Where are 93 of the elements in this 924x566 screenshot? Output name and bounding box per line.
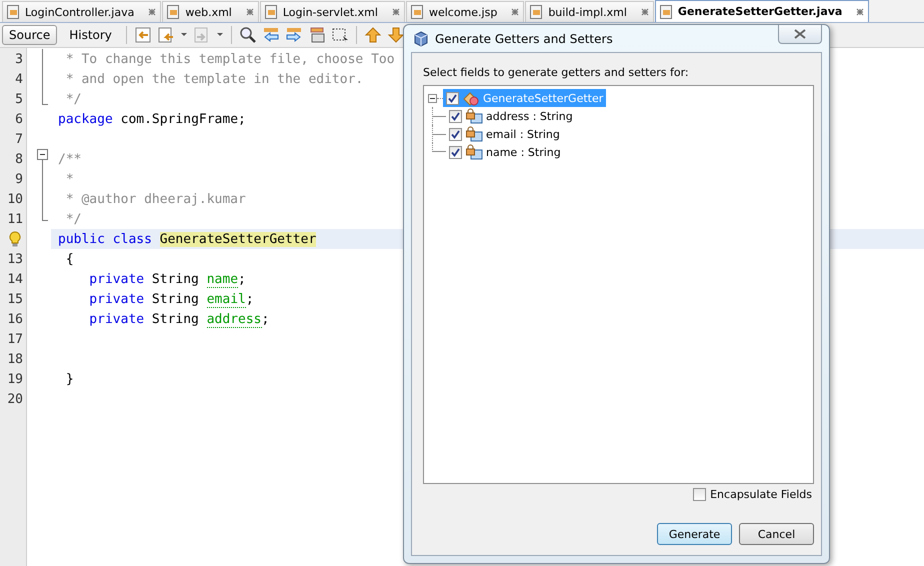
file-tab[interactable]: LoginController.java <box>2 1 162 22</box>
back-icon[interactable] <box>156 26 175 44</box>
code-text: String <box>150 312 200 326</box>
tree-item[interactable]: address : String <box>446 107 576 125</box>
code-comment: * and open the template in the editor. <box>64 72 364 86</box>
code-comment: * @author dheeraj.kumar <box>64 192 246 206</box>
collapse-icon[interactable] <box>428 94 437 102</box>
code-comment: */ <box>64 212 82 226</box>
line-number: 9 <box>15 172 23 186</box>
close-button[interactable] <box>778 25 822 44</box>
code-keyword: public class <box>58 232 153 246</box>
code-text: ; <box>262 312 270 326</box>
code-comment: /** <box>58 152 82 166</box>
code-keyword: private <box>88 272 144 286</box>
file-tab[interactable]: GenerateSetterGetter.java <box>654 0 870 22</box>
tree-item[interactable]: name : String <box>446 143 564 161</box>
file-icon <box>528 4 544 20</box>
file-icon <box>165 4 182 20</box>
checkbox[interactable] <box>449 146 462 158</box>
view-tab[interactable]: Source <box>2 25 58 45</box>
locked-field-icon <box>465 144 483 160</box>
dialog-prompt: Select fields to generate getters and setters for: <box>423 66 690 79</box>
back-icon[interactable] <box>134 26 152 44</box>
checkbox[interactable] <box>446 92 459 104</box>
line-number: 17 <box>7 332 23 346</box>
code-text: ; <box>238 272 246 286</box>
close-icon <box>246 8 254 16</box>
view-tab[interactable]: History <box>62 25 119 45</box>
left-arrow-icon[interactable] <box>262 26 280 44</box>
selection-icon[interactable] <box>330 26 349 44</box>
line-number: 15 <box>7 292 23 306</box>
locked-field-icon <box>465 126 483 142</box>
file-icon <box>658 4 674 20</box>
line-number: 13 <box>7 252 23 266</box>
cube-icon <box>413 30 429 46</box>
generate-button[interactable]: Generate <box>657 523 732 545</box>
code-keyword: private <box>88 292 144 306</box>
file-tab[interactable]: Login-servlet.xml <box>260 1 405 22</box>
checkbox[interactable] <box>449 110 462 122</box>
code-text: ; <box>246 292 254 306</box>
file-icon <box>408 4 425 20</box>
line-number: 20 <box>7 392 23 406</box>
line-number: 14 <box>7 272 23 286</box>
code-comment: */ <box>64 92 82 106</box>
line-number: 16 <box>7 312 23 326</box>
field-name: name <box>206 272 238 288</box>
tree-item[interactable]: email : String <box>446 125 563 143</box>
line-number: 3 <box>15 52 23 66</box>
class-icon <box>462 90 480 106</box>
code-comment: * <box>64 172 74 186</box>
close-icon <box>392 8 400 16</box>
search-icon[interactable] <box>238 26 257 44</box>
line-number: 11 <box>7 212 23 226</box>
line-number: 10 <box>7 192 23 206</box>
line-number: 6 <box>15 112 23 126</box>
checkbox[interactable] <box>693 488 706 501</box>
close-icon <box>511 8 520 16</box>
code-keyword: private <box>88 312 144 326</box>
code-text: com.SpringFrame; <box>120 112 246 126</box>
class-name: GenerateSetterGetter <box>160 232 316 246</box>
code-comment: * To change this template file, choose Too <box>64 52 395 66</box>
field-name: email <box>206 292 246 308</box>
code-keyword: package <box>58 112 113 126</box>
line-number: 18 <box>7 352 23 366</box>
field-name: address <box>206 312 262 328</box>
close-icon <box>794 29 806 39</box>
file-tab[interactable]: build-impl.xml <box>525 1 654 22</box>
file-icon <box>262 4 279 20</box>
line-number: 5 <box>15 92 23 106</box>
file-tab[interactable]: web.xml <box>162 1 259 22</box>
down-arrow-icon[interactable] <box>386 26 405 44</box>
line-number: 7 <box>15 132 23 146</box>
right-arrow-icon[interactable] <box>284 26 303 44</box>
cancel-button[interactable]: Cancel <box>739 523 814 545</box>
code-text: String <box>150 272 200 286</box>
close-icon <box>640 8 649 16</box>
checkbox-label[interactable]: Encapsulate Fields <box>693 488 812 501</box>
stack-icon[interactable] <box>308 26 326 44</box>
locked-field-icon <box>465 108 483 124</box>
line-number: 8 <box>15 152 23 166</box>
checkbox[interactable] <box>449 128 462 140</box>
code-text: } <box>64 372 74 386</box>
close-icon <box>856 8 864 16</box>
line-number: 4 <box>15 72 23 86</box>
close-icon <box>148 8 156 16</box>
line-number: 19 <box>7 372 23 386</box>
code-text: { <box>64 252 74 266</box>
code-text: String <box>150 292 200 306</box>
up-arrow-icon[interactable] <box>364 26 382 44</box>
file-tab[interactable]: welcome.jsp <box>406 1 524 22</box>
file-icon <box>5 4 21 20</box>
lightbulb-icon <box>9 231 21 247</box>
dialog-title: Generate Getters and Setters <box>435 32 613 46</box>
